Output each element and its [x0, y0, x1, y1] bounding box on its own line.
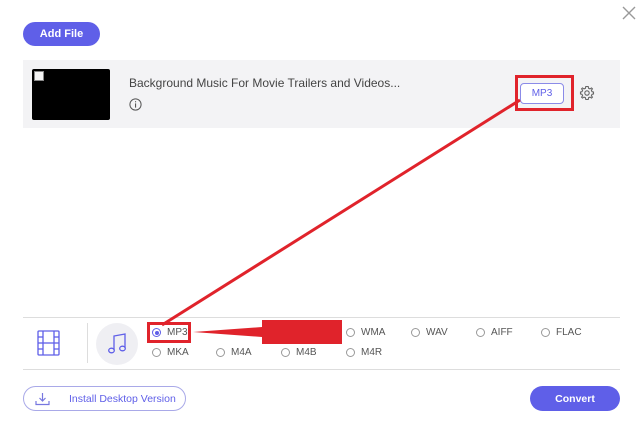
install-desktop-button[interactable]: Install Desktop Version	[23, 386, 186, 411]
format-option-label: WMA	[361, 327, 386, 338]
radio-button[interactable]	[411, 328, 420, 337]
format-option-aiff[interactable]: AIFF	[476, 327, 513, 338]
format-option-mp3[interactable]: MP3	[152, 327, 188, 338]
format-option-wma[interactable]: WMA	[346, 327, 385, 338]
radio-button[interactable]	[541, 328, 550, 337]
file-row: Background Music For Movie Trailers and …	[23, 60, 620, 128]
gear-icon[interactable]	[579, 85, 595, 101]
format-option-m4b[interactable]: M4B	[281, 347, 317, 358]
video-thumbnail	[32, 69, 110, 120]
format-option-label: AIFF	[491, 327, 513, 338]
format-option-label: FLAC	[556, 327, 582, 338]
format-option-label: M4R	[361, 347, 383, 358]
convert-button[interactable]: Convert	[530, 386, 620, 411]
radio-button[interactable]	[476, 328, 485, 337]
close-icon[interactable]	[620, 4, 638, 22]
format-option-m4r[interactable]: M4R	[346, 347, 382, 358]
radio-button[interactable]	[216, 348, 225, 357]
tab-separator	[87, 323, 88, 363]
film-icon[interactable]	[36, 329, 61, 357]
connector-line	[161, 98, 521, 327]
install-label: Install Desktop Version	[69, 392, 176, 405]
format-option-label: WAV	[426, 327, 448, 338]
radio-button[interactable]	[346, 328, 355, 337]
download-icon	[35, 392, 50, 405]
format-option-label: M4A	[231, 347, 252, 358]
radio-button[interactable]	[346, 348, 355, 357]
divider	[23, 369, 620, 370]
add-file-button[interactable]: Add File	[23, 22, 100, 46]
divider	[23, 317, 620, 318]
format-option-label: M4B	[296, 347, 317, 358]
format-option-label: MKA	[167, 347, 189, 358]
format-option-m4a[interactable]: M4A	[216, 347, 252, 358]
file-name: Background Music For Movie Trailers and …	[129, 76, 401, 90]
music-note-icon	[108, 333, 126, 354]
output-format-button[interactable]: MP3	[520, 83, 564, 104]
left-arrow	[193, 320, 342, 344]
format-option-flac[interactable]: FLAC	[541, 327, 582, 338]
format-option-wav[interactable]: WAV	[411, 327, 448, 338]
format-option-label: MP3	[167, 327, 188, 338]
radio-button[interactable]	[152, 348, 161, 357]
broken-image-icon	[34, 71, 44, 81]
info-icon[interactable]	[129, 98, 142, 111]
radio-button[interactable]	[152, 328, 161, 337]
audio-tab[interactable]	[96, 323, 138, 365]
format-option-mka[interactable]: MKA	[152, 347, 189, 358]
radio-button[interactable]	[281, 348, 290, 357]
